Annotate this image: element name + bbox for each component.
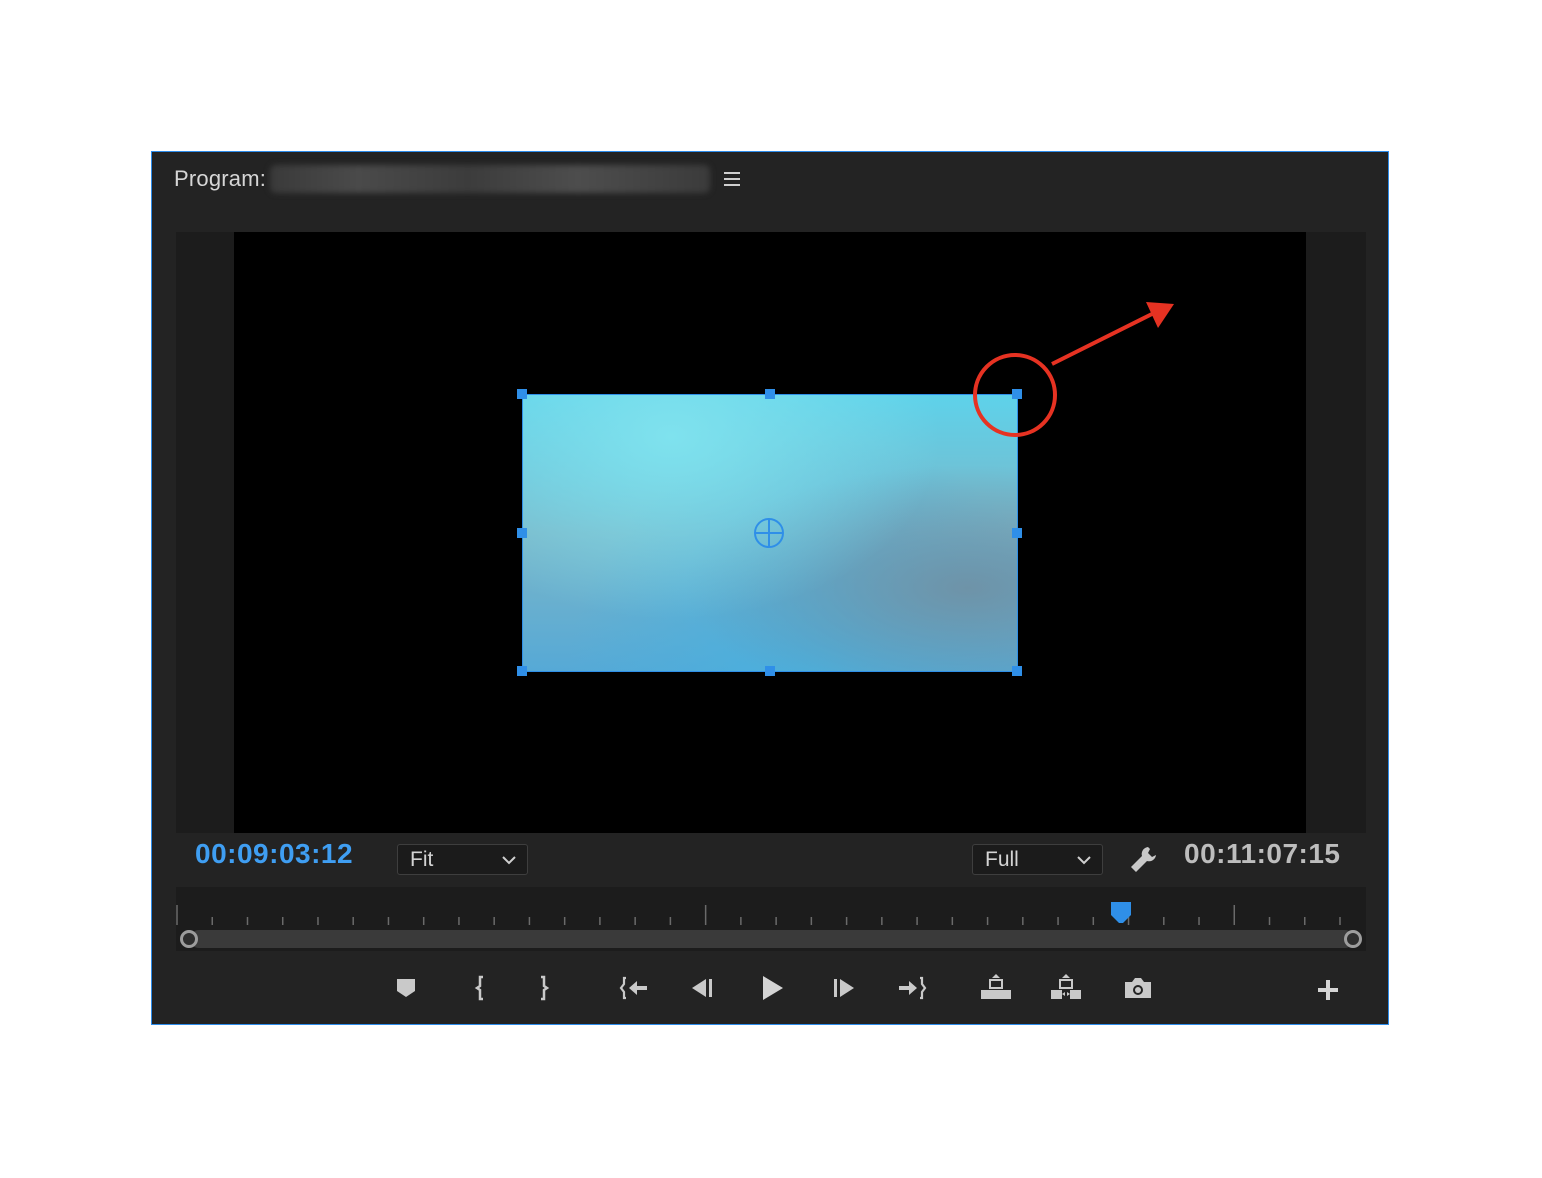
step-forward-icon: [834, 979, 854, 997]
plus-icon: [1318, 980, 1338, 1000]
zoom-scroll-left-handle[interactable]: [180, 930, 198, 948]
chevron-down-icon: [502, 855, 516, 864]
handle-bottom-left[interactable]: [517, 666, 527, 676]
handle-bottom-center[interactable]: [765, 666, 775, 676]
zoom-scroll-right-handle[interactable]: [1344, 930, 1362, 948]
panel-title-label: Program:: [174, 166, 267, 191]
extract-icon: [1051, 974, 1081, 999]
sequence-name-redacted[interactable]: [270, 165, 711, 193]
handle-bottom-right[interactable]: [1012, 666, 1022, 676]
step-forward-button[interactable]: [826, 970, 862, 1006]
marker-icon: [397, 979, 415, 997]
mark-in-button[interactable]: [462, 970, 498, 1006]
mark-out-button[interactable]: [526, 970, 562, 1006]
annotation-arrow-icon: [1051, 302, 1174, 366]
go-to-in-button[interactable]: [616, 970, 652, 1006]
zoom-scroll-bar[interactable]: [190, 930, 1354, 948]
lift-icon: [981, 974, 1011, 999]
go-to-out-icon: [899, 976, 927, 1000]
panel-header: Program:: [174, 164, 741, 194]
chevron-down-icon: [1077, 855, 1091, 864]
add-marker-button[interactable]: [388, 970, 424, 1006]
handle-middle-left[interactable]: [517, 528, 527, 538]
playhead-marker[interactable]: [1110, 901, 1132, 925]
step-back-button[interactable]: [684, 970, 720, 1006]
anchor-point-icon[interactable]: [753, 517, 785, 549]
play-button[interactable]: [754, 970, 790, 1006]
current-timecode[interactable]: 00:09:03:12: [195, 838, 353, 870]
transport-controls: [152, 970, 1390, 1010]
selected-clip-bounding-box[interactable]: [517, 389, 1022, 676]
zoom-level-select[interactable]: Fit: [397, 844, 528, 875]
panel-menu-icon[interactable]: [724, 172, 741, 186]
handle-top-left[interactable]: [517, 389, 527, 399]
extract-button[interactable]: [1048, 970, 1084, 1006]
wrench-settings-icon[interactable]: [1127, 844, 1159, 876]
camera-icon: [1125, 978, 1151, 998]
zoom-level-value: Fit: [410, 847, 434, 871]
mark-in-icon: [474, 975, 483, 1001]
step-back-icon: [692, 979, 712, 997]
ruler-ticks: [176, 905, 1341, 925]
program-monitor-panel: Program: 00:09:03:12 Fit Full 00:11:07:1…: [151, 151, 1389, 1025]
playback-resolution-select[interactable]: Full: [972, 844, 1103, 875]
export-frame-button[interactable]: [1120, 970, 1156, 1006]
playback-resolution-value: Full: [985, 847, 1019, 871]
mark-out-icon: [541, 975, 550, 1001]
handle-middle-right[interactable]: [1012, 528, 1022, 538]
duration-timecode: 00:11:07:15: [1184, 838, 1341, 869]
time-ruler[interactable]: [176, 887, 1366, 951]
play-icon: [763, 976, 783, 1000]
program-viewer: [176, 232, 1366, 833]
handle-top-center[interactable]: [765, 389, 775, 399]
go-to-out-button[interactable]: [894, 970, 930, 1006]
lift-button[interactable]: [978, 970, 1014, 1006]
go-to-in-icon: [619, 976, 647, 1000]
button-editor-button[interactable]: [1310, 970, 1346, 1006]
